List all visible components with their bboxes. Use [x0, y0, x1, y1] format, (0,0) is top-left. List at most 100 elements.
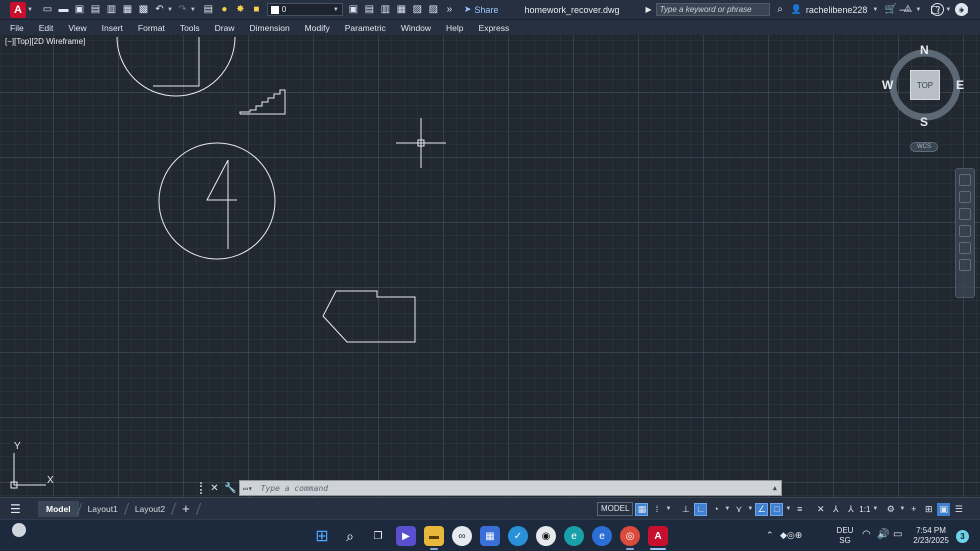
menu-modify[interactable]: Modify — [305, 23, 330, 33]
annotation-monitor-plus-icon[interactable]: + — [907, 503, 920, 516]
search-expand-arrow-icon[interactable]: ▶ — [645, 5, 651, 14]
menu-dimension[interactable]: Dimension — [250, 23, 290, 33]
vpn-app-icon[interactable]: ✓ — [508, 526, 528, 546]
menu-format[interactable]: Format — [138, 23, 165, 33]
tab-layout1[interactable]: Layout1 — [80, 501, 126, 517]
selection-cycling-icon[interactable]: ✕ — [814, 503, 827, 516]
polar-tracking-caret-icon[interactable]: ▼ — [724, 506, 730, 512]
battery-icon[interactable]: ▭ — [893, 530, 902, 540]
save-icon[interactable]: ▣ — [73, 3, 86, 16]
keyword-search-input[interactable]: Type a keyword or phrase — [655, 3, 770, 16]
print-icon[interactable]: ▩ — [137, 3, 150, 16]
grid-display-icon[interactable]: ▦ — [635, 502, 649, 516]
tab-model[interactable]: Model — [38, 500, 79, 517]
layer-states-icon[interactable]: ▨ — [427, 3, 440, 16]
compass-south[interactable]: S — [920, 115, 928, 129]
tab-layout2[interactable]: Layout2 — [127, 501, 173, 517]
new-file-icon[interactable]: ▭ — [41, 3, 54, 16]
taskbar-search-icon[interactable]: ⌕ — [340, 526, 360, 546]
maximize-window-icon[interactable]: ☐ — [920, 0, 950, 20]
clock[interactable]: 7:54 PM 2/23/2025 — [908, 526, 954, 546]
viewcube[interactable]: N S W E TOP WCS — [882, 43, 967, 162]
command-input[interactable]: ▭▾ Type a command ▲ — [239, 480, 782, 496]
ucs-menu-badge[interactable]: WCS — [910, 142, 938, 152]
edge-beta-icon[interactable]: e — [592, 526, 612, 546]
notification-count-badge[interactable]: 3 — [956, 530, 969, 543]
undo-icon[interactable]: ↶ — [153, 3, 166, 16]
layer-previous-icon[interactable]: ▤ — [363, 3, 376, 16]
compass-west[interactable]: W — [882, 78, 893, 92]
layer-on-bulb-icon[interactable]: ● — [218, 3, 231, 16]
app-menu-caret-icon[interactable]: ▼ — [27, 7, 33, 13]
wifi-icon[interactable]: ◠ — [862, 530, 871, 540]
more-tools-chevron-icon[interactable]: » — [443, 3, 456, 16]
plot-icon[interactable]: ▦ — [121, 3, 134, 16]
input-language-indicator[interactable]: DEU SG — [830, 526, 860, 546]
snap-mode-caret-icon[interactable]: ▼ — [665, 506, 671, 512]
close-window-icon[interactable]: ✕ — [950, 0, 980, 20]
volume-icon[interactable]: 🔊 — [877, 530, 889, 540]
annotation-scale-value[interactable]: 1:1 — [859, 505, 870, 514]
pan-icon[interactable] — [959, 191, 971, 203]
menu-express[interactable]: Express — [479, 23, 510, 33]
redo-icon[interactable]: ↷ — [176, 3, 189, 16]
menu-help[interactable]: Help — [446, 23, 463, 33]
file-explorer-icon[interactable]: ▬ — [424, 526, 444, 546]
tray-chevron-icon[interactable]: ⌃ — [766, 530, 774, 540]
add-layout-icon[interactable]: + — [182, 501, 190, 516]
model-space-button[interactable]: MODEL — [597, 502, 634, 516]
windows-start-icon[interactable]: ⊞ — [312, 526, 332, 546]
steering-wheel-icon[interactable] — [959, 174, 971, 186]
workspace-gear-icon[interactable]: ⚙ — [884, 503, 897, 516]
orbit-icon[interactable] — [959, 225, 971, 237]
chat-app-icon[interactable]: ∞ — [452, 526, 472, 546]
polar-tracking-icon[interactable]: ◔ — [709, 503, 722, 516]
edge-browser-icon[interactable]: e — [564, 526, 584, 546]
match-layer-icon[interactable]: ▣ — [347, 3, 360, 16]
menu-file[interactable]: File — [10, 23, 24, 33]
compass-east[interactable]: E — [956, 78, 964, 92]
search-icon[interactable]: ⌕ — [774, 3, 787, 16]
object-snap-caret-icon[interactable]: ▼ — [785, 506, 791, 512]
workspace-caret-icon[interactable]: ▼ — [899, 506, 905, 512]
menu-draw[interactable]: Draw — [215, 23, 235, 33]
tray-app-icons[interactable]: ◆◎⊕ — [780, 530, 802, 540]
compass-north[interactable]: N — [920, 43, 929, 57]
infer-constraints-icon[interactable]: ⊥ — [679, 503, 692, 516]
weather-widget-icon[interactable] — [12, 523, 26, 537]
layer-walk-icon[interactable]: ▧ — [411, 3, 424, 16]
nav-bar-options-icon[interactable] — [959, 259, 971, 271]
drawing-canvas[interactable]: [−][Top][2D Wireframe] Y X N S W E TOP W… — [0, 35, 980, 497]
menu-parametric[interactable]: Parametric — [345, 23, 386, 33]
command-line-grip-icon[interactable] — [200, 482, 206, 494]
menu-view[interactable]: View — [68, 23, 86, 33]
object-snap-icon[interactable]: □ — [770, 502, 784, 516]
units-icon[interactable]: ⊞ — [922, 503, 935, 516]
recent-commands-icon[interactable]: ▭▾ — [243, 484, 253, 493]
menu-edit[interactable]: Edit — [39, 23, 54, 33]
user-account[interactable]: 👤 rachelibene228 ▼ — [791, 4, 879, 15]
layer-dropdown[interactable]: 0 ▼ — [266, 3, 343, 16]
microsoft-store-icon[interactable]: ▦ — [480, 526, 500, 546]
menu-insert[interactable]: Insert — [102, 23, 123, 33]
command-line-customize-wrench-icon[interactable]: 🔧 — [224, 483, 236, 494]
save-as-icon[interactable]: ▤ — [89, 3, 102, 16]
layer-properties-icon[interactable]: ▤ — [202, 3, 215, 16]
menu-window[interactable]: Window — [401, 23, 431, 33]
chrome-icon[interactable]: ◎ — [620, 526, 640, 546]
object-snap-tracking-icon[interactable]: ∠ — [755, 502, 769, 516]
lineweight-icon[interactable]: ≡ — [793, 503, 806, 516]
layer-isolate-icon[interactable]: ▥ — [379, 3, 392, 16]
autocad-taskbar-icon[interactable]: A — [648, 526, 668, 546]
open-folder-icon[interactable]: ▬ — [57, 3, 70, 16]
menu-tools[interactable]: Tools — [180, 23, 200, 33]
annotation-visibility-icon[interactable]: ⅄ — [829, 503, 842, 516]
autocad-app-logo[interactable]: A — [10, 1, 26, 18]
undo-caret-icon[interactable]: ▼ — [167, 7, 173, 13]
zoom-meetings-icon[interactable]: ▶ — [396, 526, 416, 546]
layer-lock-icon[interactable]: ■ — [250, 3, 263, 16]
layer-freeze-sun-icon[interactable]: ✸ — [234, 3, 247, 16]
save-to-web-icon[interactable]: ▥ — [105, 3, 118, 16]
ortho-mode-icon[interactable]: ∟ — [694, 502, 708, 516]
redo-caret-icon[interactable]: ▼ — [190, 7, 196, 13]
